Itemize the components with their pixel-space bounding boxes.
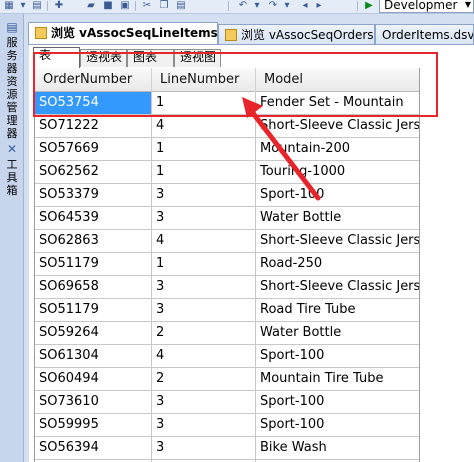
annotation-arrow xyxy=(242,97,321,201)
